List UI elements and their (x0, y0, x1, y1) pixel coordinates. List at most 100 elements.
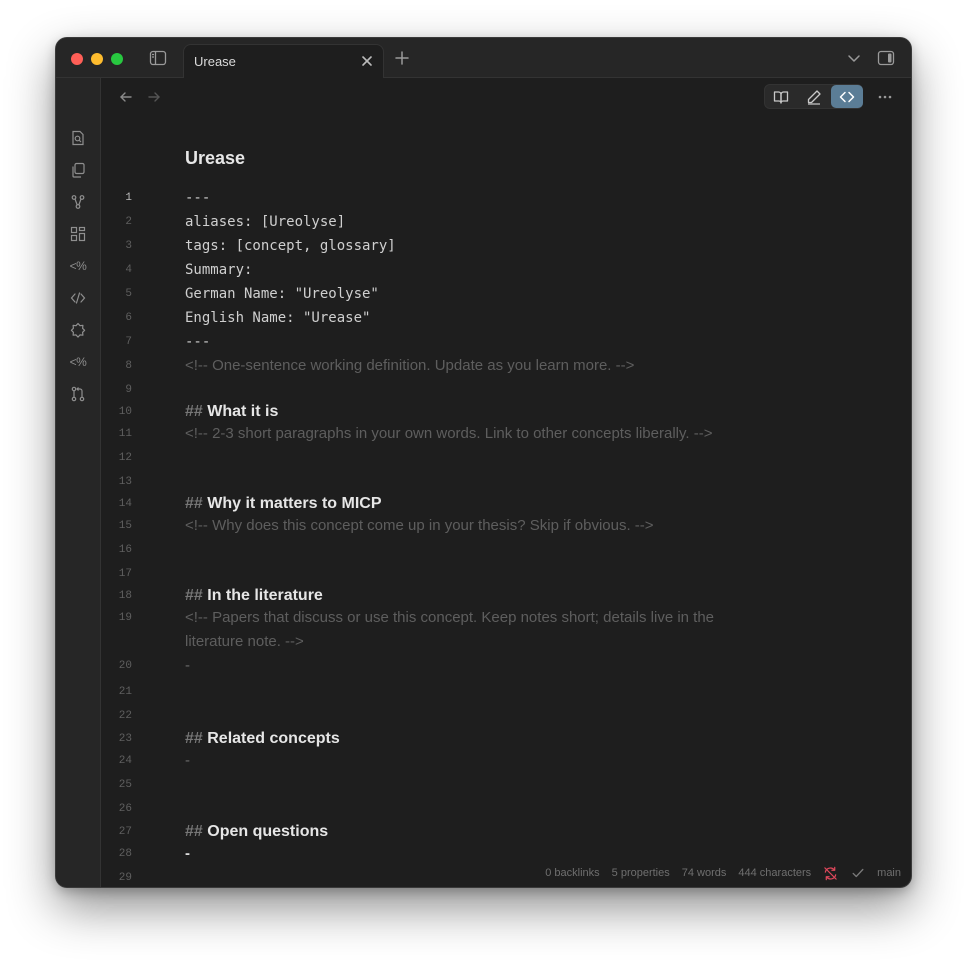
frontmatter-english-name[interactable]: English Name: "Urease" (185, 306, 370, 330)
line-number: 5 (125, 288, 132, 300)
tab-title: Urease (194, 54, 236, 69)
line-number: 17 (118, 568, 132, 580)
live-preview-button[interactable] (798, 85, 830, 108)
sync-error-icon[interactable] (823, 866, 838, 881)
copy-files-icon[interactable] (69, 161, 87, 179)
line-number: 26 (118, 803, 132, 815)
left-sidebar-toggle-icon[interactable] (149, 49, 167, 67)
line-number: 20 (118, 660, 132, 672)
tab-urease[interactable]: Urease (183, 44, 384, 78)
backlinks-count[interactable]: 0 backlinks (545, 867, 599, 879)
close-window-button[interactable] (71, 53, 83, 65)
arrow-right-icon[interactable] (146, 89, 162, 105)
line-number: 13 (118, 476, 132, 488)
code-brackets-icon (839, 91, 855, 102)
heading-what-it-is[interactable]: ## What it is (185, 400, 278, 424)
dashboard-grid-icon[interactable] (69, 225, 87, 243)
line-number: 24 (118, 755, 132, 767)
frontmatter-tags[interactable]: tags: [concept, glossary] (185, 234, 396, 258)
frontmatter-delimiter-end[interactable]: --- (185, 330, 210, 354)
line-number: 9 (125, 384, 132, 396)
comment-paragraphs[interactable]: <!-- 2-3 short paragraphs in your own wo… (185, 422, 712, 446)
templater-icon[interactable]: <% (69, 257, 87, 275)
search-file-icon[interactable] (69, 129, 87, 147)
book-open-icon (773, 90, 789, 104)
heading-text: Why it matters to MICP (207, 495, 382, 512)
heading-marker: ## (185, 403, 203, 420)
heading-open-questions[interactable]: ## Open questions (185, 820, 328, 844)
frontmatter-german-name[interactable]: German Name: "Ureolyse" (185, 282, 379, 306)
line-number: 16 (118, 544, 132, 556)
inline-note-title[interactable]: Urease (185, 148, 245, 169)
more-options-icon[interactable] (876, 89, 894, 105)
heading-related-concepts[interactable]: ## Related concepts (185, 727, 340, 751)
line-number: 12 (118, 452, 132, 464)
line-number: 10 (118, 406, 132, 418)
word-count: 74 words (681, 867, 727, 879)
title-bar: Urease (56, 38, 911, 78)
git-branch[interactable]: main (877, 867, 901, 879)
properties-count[interactable]: 5 properties (612, 867, 670, 879)
line-number: 2 (125, 216, 132, 228)
line-number: 21 (118, 686, 132, 698)
pencil-icon (807, 89, 821, 105)
heading-text: What it is (207, 403, 279, 420)
code-icon[interactable] (69, 289, 87, 307)
comment-papers[interactable]: <!-- Papers that discuss or use this con… (185, 606, 714, 630)
line-number-gutter: 1 2 3 4 5 6 7 8 9 10 11 12 13 14 15 16 1… (100, 142, 146, 887)
heading-why-it-matters[interactable]: ## Why it matters to MICP (185, 492, 381, 516)
line-number: 25 (118, 779, 132, 791)
line-number: 15 (118, 520, 132, 532)
frontmatter-delimiter[interactable]: --- (185, 186, 210, 210)
git-pull-request-icon[interactable] (69, 385, 87, 403)
line-number: 3 (125, 240, 132, 252)
reading-view-button[interactable] (765, 85, 797, 108)
list-item-active[interactable]: - (185, 842, 190, 866)
templater-label: <% (69, 259, 87, 273)
badge-icon[interactable] (69, 321, 87, 339)
character-count: 444 characters (738, 867, 812, 879)
minimize-window-button[interactable] (91, 53, 103, 65)
line-number: 22 (118, 710, 132, 722)
source-mode-button[interactable] (831, 85, 863, 108)
heading-text: Related concepts (207, 730, 340, 747)
heading-text: Open questions (207, 823, 329, 840)
templater-insert-icon[interactable]: <% (69, 353, 87, 371)
line-number: 14 (118, 498, 132, 510)
line-number: 18 (118, 590, 132, 602)
line-number: 8 (125, 360, 132, 372)
view-mode-switcher (764, 84, 863, 109)
line-number: 29 (118, 872, 132, 884)
line-number: 28 (118, 848, 132, 860)
frontmatter-aliases[interactable]: aliases: [Ureolyse] (185, 210, 345, 234)
line-number: 1 (125, 192, 132, 204)
heading-marker: ## (185, 587, 203, 604)
new-tab-icon[interactable] (393, 49, 411, 67)
line-number: 23 (118, 733, 132, 745)
heading-marker: ## (185, 495, 203, 512)
comment-papers-cont[interactable]: literature note. --> (185, 630, 304, 654)
zoom-window-button[interactable] (111, 53, 123, 65)
comment-why[interactable]: <!-- Why does this concept come up in yo… (185, 514, 654, 538)
list-item[interactable]: - (185, 654, 190, 678)
close-tab-icon[interactable] (360, 54, 374, 68)
heading-in-the-literature[interactable]: ## In the literature (185, 584, 323, 608)
graph-view-icon[interactable] (69, 193, 87, 211)
arrow-left-icon[interactable] (118, 89, 134, 105)
left-ribbon: <% <% (56, 78, 101, 887)
templater-label-2: <% (69, 355, 87, 369)
line-number: 27 (118, 826, 132, 838)
chevron-down-icon[interactable] (846, 50, 862, 66)
line-number: 7 (125, 336, 132, 348)
line-number: 19 (118, 612, 132, 624)
app-window: Urease <% <% Urease 1 2 3 4 5 6 7 8 9 10… (56, 38, 911, 887)
list-item[interactable]: - (185, 749, 190, 773)
right-sidebar-toggle-icon[interactable] (877, 49, 895, 67)
line-number: 6 (125, 312, 132, 324)
comment-definition[interactable]: <!-- One-sentence working definition. Up… (185, 354, 634, 378)
line-number: 4 (125, 264, 132, 276)
line-number: 11 (118, 428, 132, 440)
checkmark-icon[interactable] (850, 866, 865, 881)
frontmatter-summary[interactable]: Summary: (185, 258, 252, 282)
heading-marker: ## (185, 823, 203, 840)
